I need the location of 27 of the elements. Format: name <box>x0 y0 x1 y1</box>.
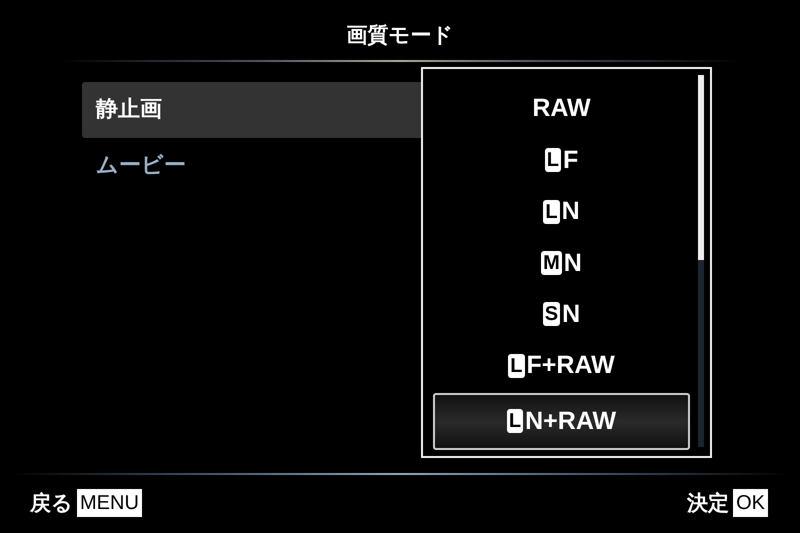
option-item[interactable]: RAW <box>433 83 690 134</box>
option-label: N+RAW <box>525 406 616 436</box>
size-badge: L <box>508 354 524 378</box>
option-item[interactable]: S N <box>433 288 690 340</box>
menu-item[interactable]: ムービー <box>82 138 421 194</box>
option-label: F <box>562 146 578 175</box>
size-badge: L <box>544 148 561 172</box>
screen-title: 画質モード <box>346 22 454 49</box>
size-badge: L <box>543 200 560 224</box>
option-item[interactable]: L N <box>433 186 690 238</box>
option-label: RAW <box>532 94 591 124</box>
option-label: N <box>564 248 582 278</box>
option-label: N <box>562 300 580 329</box>
option-label: N <box>562 197 580 226</box>
size-badge: M <box>541 251 562 276</box>
confirm-label: 決定 <box>687 490 730 517</box>
ok-key[interactable]: OK <box>733 489 768 517</box>
option-item[interactable]: L F+RAW <box>433 340 690 392</box>
back-label: 戻る <box>30 490 73 517</box>
menu-item[interactable]: 静止画 <box>82 82 421 138</box>
option-item[interactable]: M N <box>433 237 690 289</box>
size-badge: L <box>506 409 524 434</box>
option-item[interactable]: L N+RAW <box>433 392 690 450</box>
menu-key[interactable]: MENU <box>77 489 142 517</box>
option-label: F+RAW <box>526 351 615 380</box>
size-badge: S <box>542 302 560 326</box>
option-item[interactable]: L F <box>433 134 690 186</box>
